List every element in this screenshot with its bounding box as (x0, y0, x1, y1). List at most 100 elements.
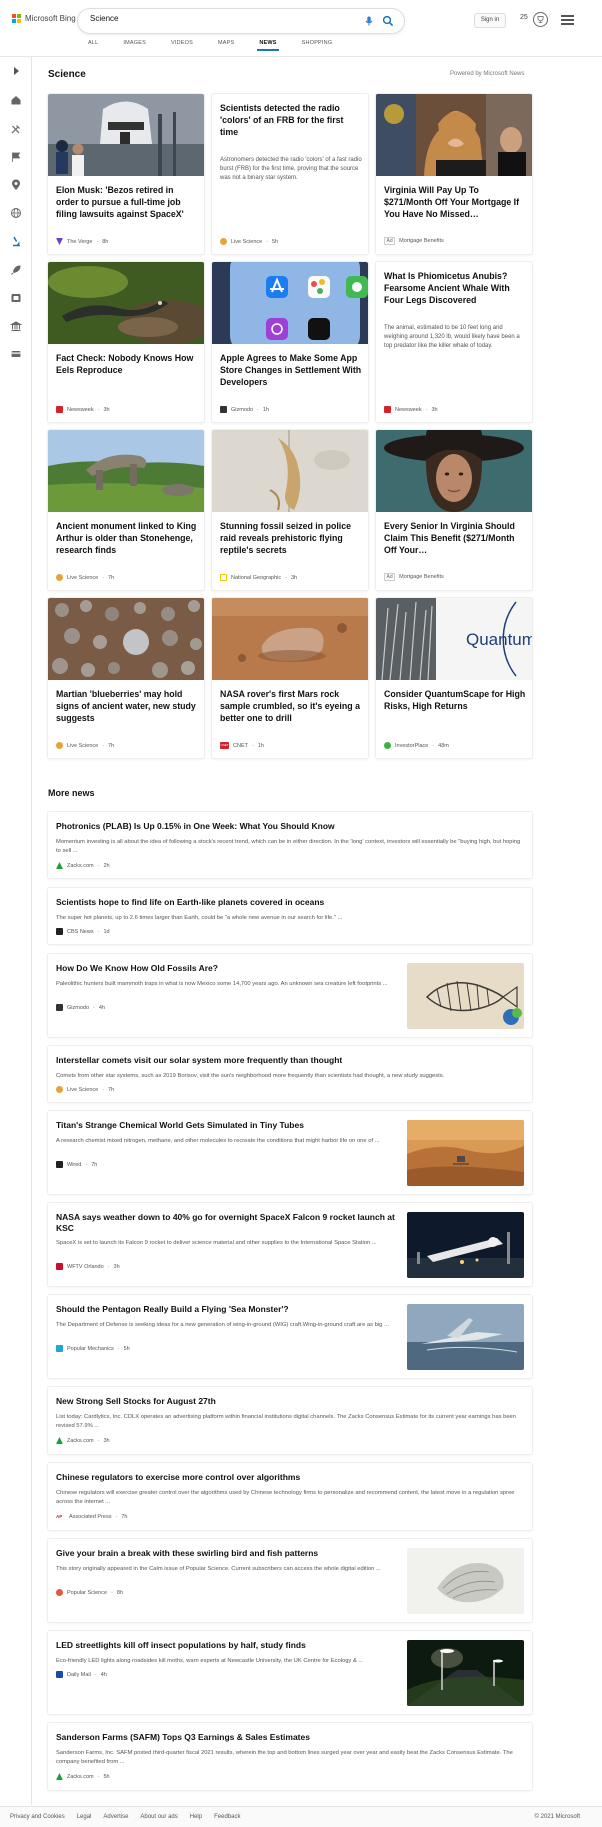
source-name[interactable]: Wired (67, 1162, 81, 1168)
news-list-item[interactable]: NASA says weather down to 40% go for ove… (48, 1203, 532, 1286)
news-title[interactable]: Should the Pentagon Really Build a Flyin… (56, 1304, 396, 1315)
source-name[interactable]: Live Science (67, 1087, 98, 1093)
footer-link-about-ads[interactable]: About our ads (140, 1814, 177, 1820)
source-name[interactable]: Mortgage Benefits (399, 574, 444, 580)
tab-news[interactable]: NEWS (257, 40, 280, 51)
news-list-item[interactable]: LED streetlights kill off insect populat… (48, 1631, 532, 1714)
source-name[interactable]: Popular Mechanics (67, 1346, 114, 1352)
news-title[interactable]: Photronics (PLAB) Is Up 0.15% in One Wee… (56, 821, 516, 832)
search-box[interactable] (78, 9, 404, 33)
news-title[interactable]: LED streetlights kill off insect populat… (56, 1640, 396, 1651)
news-title[interactable]: Titan's Strange Chemical World Gets Simu… (56, 1120, 396, 1131)
card-title[interactable]: Martian 'blueberries' may hold signs of … (56, 688, 198, 724)
footer-link-feedback[interactable]: Feedback (214, 1814, 240, 1820)
card-title[interactable]: Every Senior In Virginia Should Claim Th… (384, 520, 526, 556)
source-name[interactable]: Associated Press (69, 1514, 112, 1520)
tab-videos[interactable]: VIDEOS (171, 40, 193, 50)
news-card[interactable]: Elon Musk: 'Bezos retired in order to pu… (48, 94, 204, 254)
source-name[interactable]: WFTV Orlando (67, 1264, 104, 1270)
news-title[interactable]: New Strong Sell Stocks for August 27th (56, 1396, 516, 1407)
ad-card[interactable]: Quantum Consider QuantumScape for High R… (376, 598, 532, 758)
expand-arrow-icon[interactable] (10, 65, 22, 77)
news-title[interactable]: Give your brain a break with these swirl… (56, 1548, 396, 1559)
news-list-item[interactable]: Give your brain a break with these swirl… (48, 1539, 532, 1622)
card-title[interactable]: Ancient monument linked to King Arthur i… (56, 520, 198, 556)
news-card[interactable]: Apple Agrees to Make Some App Store Chan… (212, 262, 368, 422)
home-icon[interactable] (10, 94, 22, 106)
ad-card[interactable]: Every Senior In Virginia Should Claim Th… (376, 430, 532, 590)
source-name[interactable]: Live Science (231, 239, 262, 245)
card-title[interactable]: Consider QuantumScape for High Risks, Hi… (384, 688, 526, 712)
tab-shopping[interactable]: SHOPPING (302, 40, 333, 50)
news-list-item[interactable]: Chinese regulators to exercise more cont… (48, 1463, 532, 1530)
news-title[interactable]: Sanderson Farms (SAFM) Tops Q3 Earnings … (56, 1732, 516, 1743)
tools-icon[interactable] (10, 123, 22, 135)
location-icon[interactable] (10, 179, 22, 191)
flag-icon[interactable] (10, 151, 22, 163)
news-title[interactable]: Interstellar comets visit our solar syst… (56, 1055, 516, 1066)
news-title[interactable]: How Do We Know How Old Fossils Are? (56, 963, 396, 974)
menu-icon[interactable] (561, 15, 574, 25)
source-name[interactable]: CBS News (67, 929, 94, 935)
news-title[interactable]: Scientists hope to find life on Earth-li… (56, 897, 516, 908)
source-name[interactable]: Newsweek (395, 407, 422, 413)
news-list-item[interactable]: How Do We Know How Old Fossils Are? Pale… (48, 954, 532, 1037)
card-icon[interactable] (10, 348, 22, 360)
news-card[interactable]: Scientists detected the radio 'colors' o… (212, 94, 368, 254)
news-list-item[interactable]: Scientists hope to find life on Earth-li… (48, 888, 532, 944)
footer-link-help[interactable]: Help (190, 1814, 202, 1820)
microscope-icon[interactable] (10, 235, 22, 247)
video-icon[interactable] (10, 292, 22, 304)
footer-link-legal[interactable]: Legal (77, 1814, 92, 1820)
news-card[interactable]: Fact Check: Nobody Knows How Eels Reprod… (48, 262, 204, 422)
bing-logo[interactable]: Microsoft Bing (12, 14, 76, 23)
source-name[interactable]: InvestorPlace (395, 743, 428, 749)
card-title[interactable]: NASA rover's first Mars rock sample crum… (220, 688, 362, 724)
source-name[interactable]: Mortgage Benefits (399, 238, 444, 244)
ad-card[interactable]: Virginia Will Pay Up To $271/Month Off Y… (376, 94, 532, 254)
footer-link-advertise[interactable]: Advertise (103, 1814, 128, 1820)
signin-button[interactable]: Sign in (474, 13, 506, 28)
source-name[interactable]: Gizmodo (67, 1005, 89, 1011)
news-card[interactable]: NASA rover's first Mars rock sample crum… (212, 598, 368, 758)
news-list-item[interactable]: Should the Pentagon Really Build a Flyin… (48, 1295, 532, 1378)
news-list-item[interactable]: Titan's Strange Chemical World Gets Simu… (48, 1111, 532, 1194)
news-list-item[interactable]: Sanderson Farms (SAFM) Tops Q3 Earnings … (48, 1723, 532, 1790)
microphone-icon[interactable] (363, 15, 375, 27)
source-name[interactable]: Daily Mail (67, 1672, 91, 1678)
source-name[interactable]: National Geographic (231, 575, 281, 581)
source-name[interactable]: Live Science (67, 743, 98, 749)
news-title[interactable]: Chinese regulators to exercise more cont… (56, 1472, 516, 1483)
search-icon[interactable] (382, 15, 394, 27)
card-title[interactable]: Elon Musk: 'Bezos retired in order to pu… (56, 184, 198, 220)
news-list-item[interactable]: Photronics (PLAB) Is Up 0.15% in One Wee… (48, 812, 532, 878)
card-title[interactable]: Fact Check: Nobody Knows How Eels Reprod… (56, 352, 198, 376)
rewards-trophy-icon[interactable] (533, 12, 548, 27)
card-title[interactable]: Stunning fossil seized in police raid re… (220, 520, 362, 556)
source-name[interactable]: Live Science (67, 575, 98, 581)
news-list-item[interactable]: New Strong Sell Stocks for August 27th L… (48, 1387, 532, 1454)
source-name[interactable]: CNET (233, 743, 248, 749)
bank-icon[interactable] (10, 320, 22, 332)
card-title[interactable]: Scientists detected the radio 'colors' o… (220, 102, 362, 138)
news-title[interactable]: NASA says weather down to 40% go for ove… (56, 1212, 396, 1234)
search-input[interactable] (90, 14, 330, 23)
news-list-item[interactable]: Interstellar comets visit our solar syst… (48, 1046, 532, 1102)
globe-icon[interactable] (10, 207, 22, 219)
source-name[interactable]: Newsweek (67, 407, 94, 413)
source-name[interactable]: Zacks.com (67, 1438, 94, 1444)
source-name[interactable]: The Verge (67, 239, 92, 245)
source-name[interactable]: Zacks.com (67, 863, 94, 869)
rewards-points[interactable]: 25 (520, 14, 528, 21)
news-card[interactable]: Martian 'blueberries' may hold signs of … (48, 598, 204, 758)
source-name[interactable]: Popular Science (67, 1590, 107, 1596)
card-title[interactable]: Virginia Will Pay Up To $271/Month Off Y… (384, 184, 526, 220)
card-title[interactable]: Apple Agrees to Make Some App Store Chan… (220, 352, 362, 388)
source-name[interactable]: Gizmodo (231, 407, 253, 413)
news-card[interactable]: Ancient monument linked to King Arthur i… (48, 430, 204, 590)
news-card[interactable]: What Is Phiomicetus Anubis? Fearsome Anc… (376, 262, 532, 422)
news-card[interactable]: Stunning fossil seized in police raid re… (212, 430, 368, 590)
rocket-icon[interactable] (10, 264, 22, 276)
source-name[interactable]: Zacks.com (67, 1774, 94, 1780)
card-title[interactable]: What Is Phiomicetus Anubis? Fearsome Anc… (384, 270, 526, 306)
